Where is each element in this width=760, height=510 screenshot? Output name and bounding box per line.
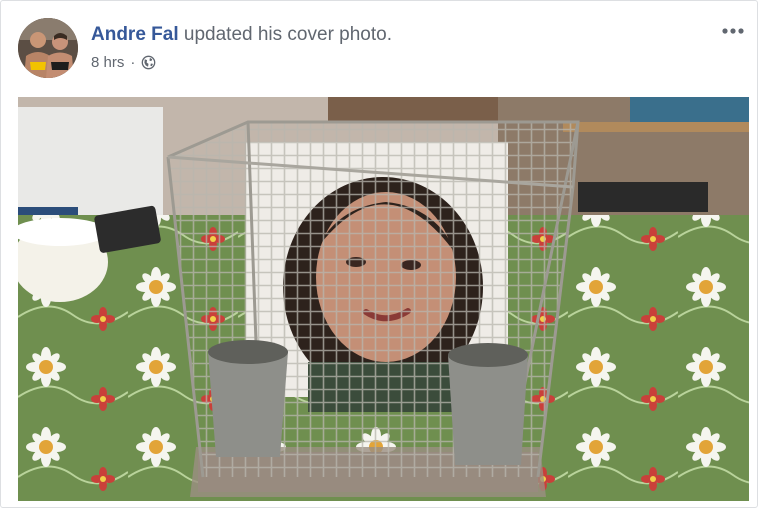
more-options-icon[interactable] [719, 20, 747, 42]
feed-post: Andre Fal updated his cover photo. 8 hrs… [0, 0, 758, 508]
post-title: Andre Fal updated his cover photo. [91, 23, 392, 47]
post-action-text: updated his cover photo. [183, 24, 392, 45]
cover-photo[interactable] [18, 97, 749, 501]
meta-separator: · [130, 54, 136, 71]
timestamp[interactable]: 8 hrs [91, 54, 124, 71]
avatar[interactable] [18, 18, 78, 78]
post-header: Andre Fal updated his cover photo. 8 hrs… [18, 18, 747, 80]
author-name-link[interactable]: Andre Fal [91, 24, 179, 45]
globe-icon[interactable] [141, 55, 156, 70]
post-meta: 8 hrs · [91, 54, 156, 71]
